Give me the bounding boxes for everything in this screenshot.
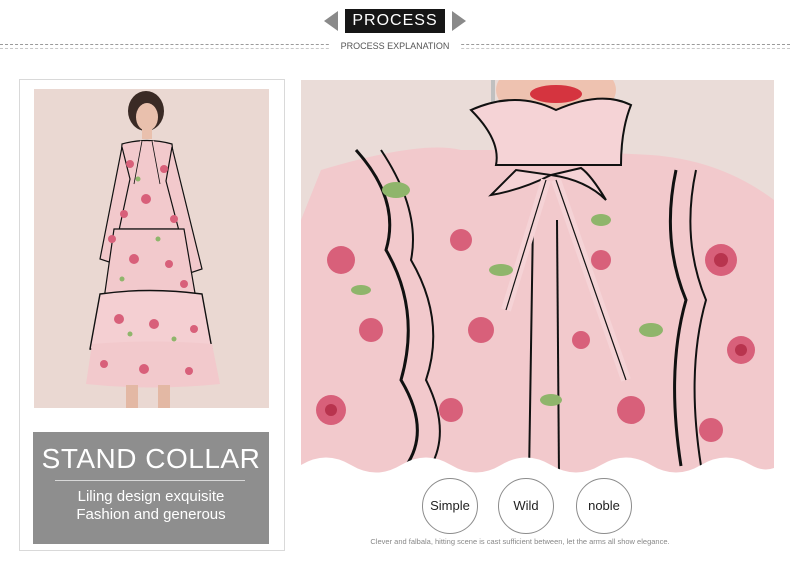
feature-noble: noble xyxy=(576,478,632,534)
ribbon-right-tail xyxy=(452,11,466,31)
feature-wild: Wild xyxy=(498,478,554,534)
footnote-text: Clever and falbala, hitting scene is cas… xyxy=(370,537,670,546)
collar-closeup-photo xyxy=(301,80,774,476)
process-badge: PROCESS xyxy=(345,9,445,33)
model-illustration xyxy=(34,89,269,408)
process-subtitle: PROCESS EXPLANATION xyxy=(330,40,460,52)
ribbon-left-tail xyxy=(324,11,338,31)
caption-line-1: Liling design exquisite xyxy=(77,488,225,505)
caption-divider xyxy=(55,480,245,481)
model-full-body-photo xyxy=(34,89,269,408)
caption-line-2: Fashion and generous xyxy=(76,506,226,523)
collar-illustration xyxy=(301,80,774,476)
feature-simple: Simple xyxy=(422,478,478,534)
caption-title: STAND COLLAR xyxy=(41,443,261,474)
